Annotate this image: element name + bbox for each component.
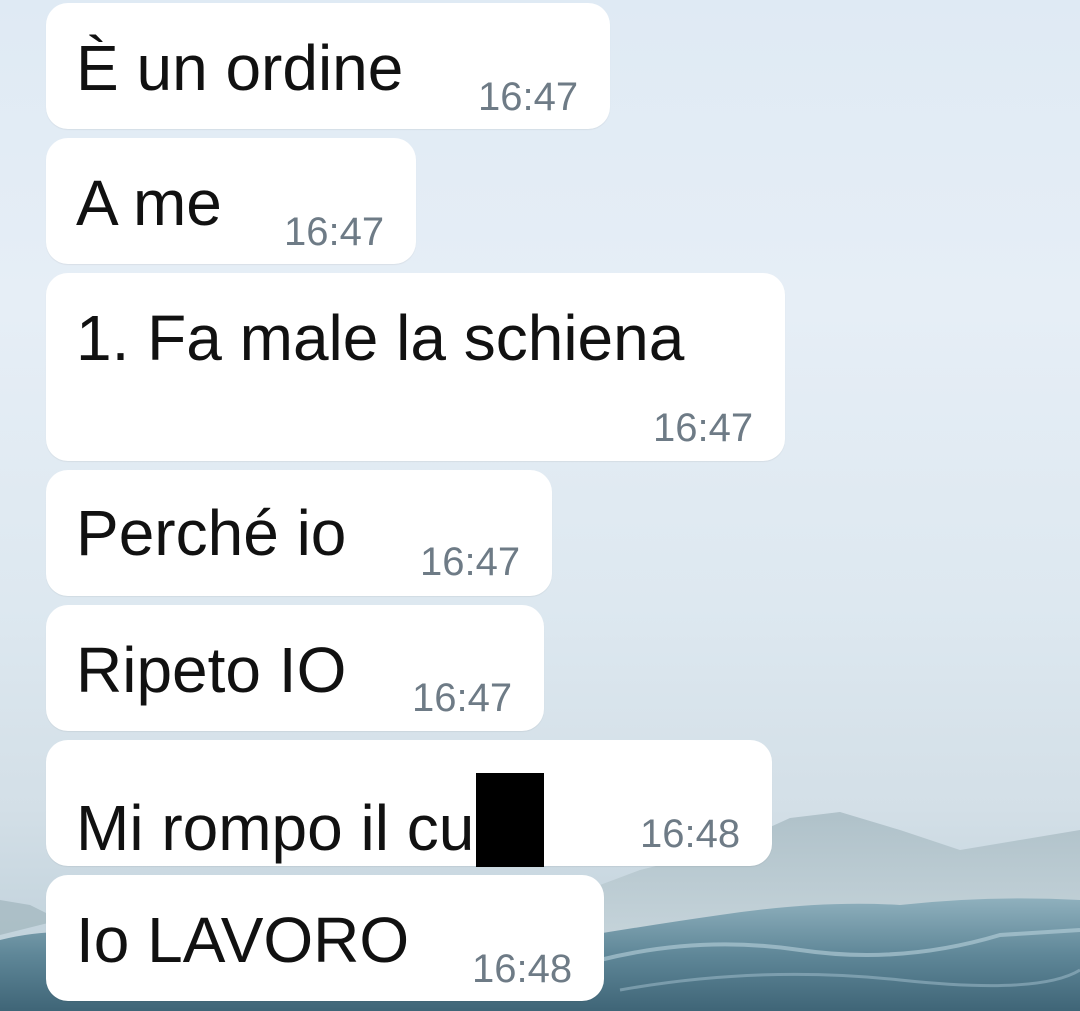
message-text: Io LAVORO [76, 904, 410, 976]
redaction-block [476, 773, 545, 867]
message-timestamp: 16:47 [478, 75, 579, 119]
message-timestamp: 16:47 [653, 406, 754, 450]
message-bubble[interactable]: 1. Fa male la schiena 16:47 [46, 273, 785, 461]
message-text: È un ordine [76, 32, 404, 104]
message-timestamp: 16:48 [640, 812, 741, 856]
message-bubble[interactable]: Ripeto IO 16:47 [46, 605, 544, 731]
message-timestamp: 16:47 [284, 210, 385, 254]
message-timestamp: 16:47 [420, 540, 521, 584]
message-bubble[interactable]: Io LAVORO 16:48 [46, 875, 604, 1001]
message-text: A me [76, 167, 222, 239]
message-text-wrapper: Mi rompo il cu [76, 773, 545, 867]
message-text: Perché io [76, 497, 347, 569]
message-text: Mi rompo il cu [76, 792, 475, 864]
message-bubble[interactable]: Mi rompo il cu 16:48 [46, 740, 772, 867]
message-text: 1. Fa male la schiena [76, 302, 685, 374]
message-timestamp: 16:47 [412, 676, 513, 720]
message-bubble[interactable]: Perché io 16:47 [46, 470, 552, 596]
message-list[interactable]: È un ordine 16:47 A me 16:47 1. Fa male … [46, 0, 1046, 1011]
message-bubble[interactable]: A me 16:47 [46, 138, 416, 264]
message-timestamp: 16:48 [472, 947, 573, 991]
message-bubble[interactable]: È un ordine 16:47 [46, 3, 610, 129]
message-text: Ripeto IO [76, 634, 347, 706]
